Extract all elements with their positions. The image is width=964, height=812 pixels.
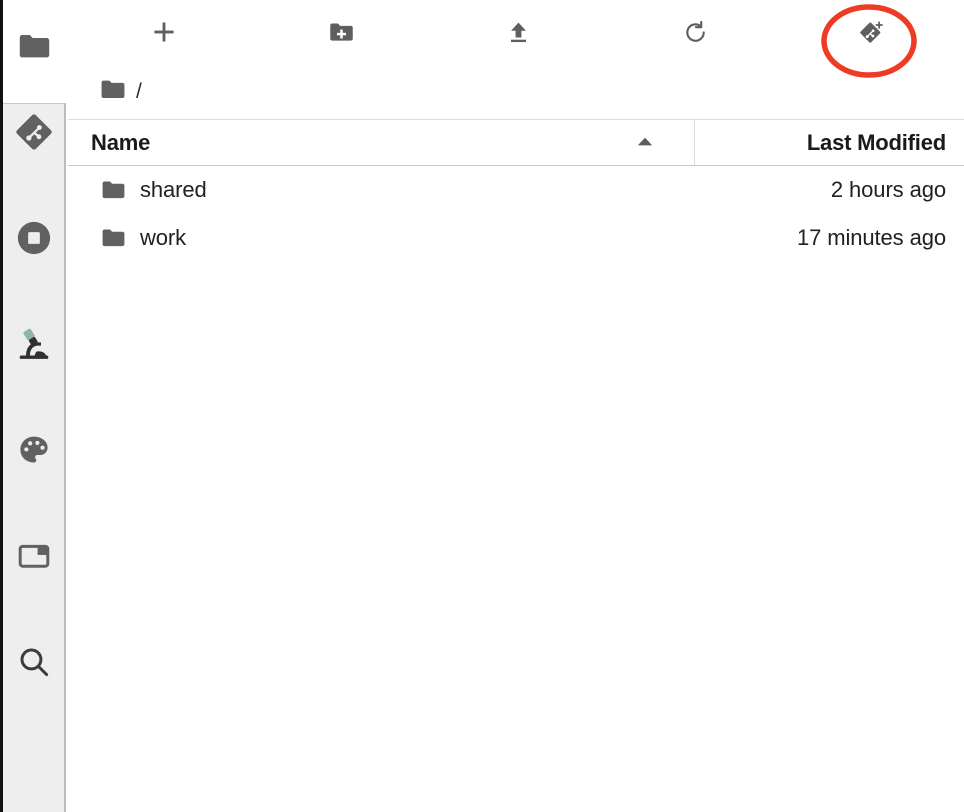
- git-plus-icon: [857, 17, 887, 47]
- sidebar-item-git[interactable]: [3, 104, 64, 160]
- sidebar-item-debugger[interactable]: [3, 316, 64, 372]
- magnifier-icon: [16, 644, 52, 680]
- breadcrumb-home-folder-icon[interactable]: [100, 79, 126, 105]
- microscope-icon: [15, 325, 53, 363]
- file-list: shared 2 hours ago work 17 minutes ago: [68, 166, 964, 812]
- column-header-name[interactable]: Name: [68, 120, 695, 165]
- upload-button[interactable]: [496, 10, 540, 54]
- sort-ascending-icon[interactable]: [636, 134, 654, 152]
- refresh-icon: [682, 19, 709, 46]
- column-header-name-label: Name: [91, 129, 151, 155]
- file-browser-toolbar: [68, 0, 964, 66]
- new-launcher-button[interactable]: [142, 10, 186, 54]
- git-icon: [15, 114, 52, 150]
- activity-sidebar: [3, 103, 66, 812]
- folder-outline-icon: [16, 538, 52, 574]
- upload-arrow-icon: [505, 19, 532, 46]
- sidebar-item-extension-manager[interactable]: [3, 528, 64, 584]
- sidebar-item-theme[interactable]: [3, 422, 64, 478]
- breadcrumb-path[interactable]: /: [136, 80, 142, 104]
- git-clone-button[interactable]: [850, 10, 894, 54]
- stop-circle-icon: [15, 219, 53, 257]
- breadcrumb[interactable]: /: [68, 66, 964, 118]
- refresh-button[interactable]: [673, 10, 717, 54]
- file-last-modified: 2 hours ago: [830, 177, 946, 202]
- file-list-header: Name Last Modified: [68, 119, 964, 166]
- column-header-last-modified[interactable]: Last Modified: [695, 120, 964, 165]
- file-last-modified: 17 minutes ago: [796, 225, 946, 250]
- file-browser-panel-icon: [18, 33, 51, 65]
- folder-icon: [101, 228, 126, 248]
- palette-icon: [17, 433, 51, 467]
- file-name: work: [140, 225, 187, 250]
- folder-icon: [101, 180, 126, 200]
- sidebar-item-search[interactable]: [3, 634, 64, 690]
- table-row[interactable]: work 17 minutes ago: [68, 214, 964, 262]
- file-name: shared: [140, 177, 207, 202]
- new-folder-button[interactable]: [319, 10, 363, 54]
- table-row[interactable]: shared 2 hours ago: [68, 166, 964, 214]
- folder-plus-icon: [328, 19, 355, 46]
- plus-icon: [151, 19, 177, 45]
- sidebar-item-running-terminals-kernels[interactable]: [3, 210, 64, 266]
- column-header-last-modified-label: Last Modified: [806, 129, 946, 155]
